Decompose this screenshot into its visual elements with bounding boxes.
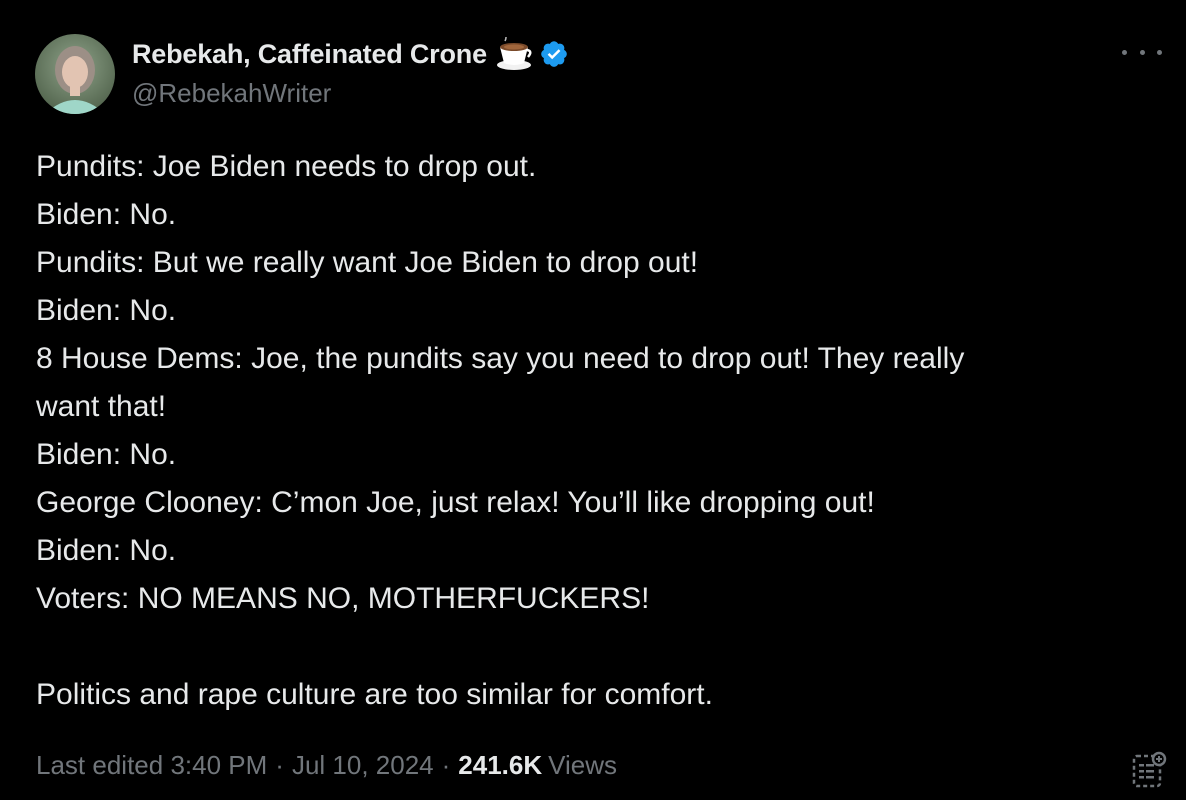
separator: · [275, 750, 284, 780]
edited-label[interactable]: Last edited [36, 750, 163, 781]
views-label: Views [548, 750, 618, 780]
tweet-meta: Last edited 3:40 PM · Jul 10, 2024 · 241… [36, 750, 617, 781]
tweet-text: Pundits: Joe Biden needs to drop out. Bi… [36, 143, 1146, 719]
tweet-line: Pundits: But we really want Joe Biden to… [36, 246, 699, 279]
name-row: Rebekah, Caffeinated Crone [132, 34, 569, 72]
tweet-line: Politics and rape culture are too simila… [36, 678, 713, 711]
tweet-line: George Clooney: C’mon Joe, just relax! Y… [36, 486, 875, 519]
more-options-icon[interactable] [1122, 40, 1162, 64]
tweet-line: 8 House Dems: Joe, the pundits say you n… [36, 342, 965, 375]
post-time[interactable]: 3:40 PM [170, 750, 267, 781]
display-name[interactable]: Rebekah, Caffeinated Crone [132, 39, 487, 70]
avatar-image [35, 34, 115, 114]
tweet-line: Biden: No. [36, 198, 177, 231]
post-date[interactable]: Jul 10, 2024 [292, 750, 434, 781]
avatar[interactable] [35, 34, 115, 114]
coffee-cup-icon [495, 34, 533, 71]
dot [1122, 49, 1127, 55]
handle[interactable]: @RebekahWriter [132, 78, 569, 109]
tweet-line: Biden: No. [36, 438, 177, 471]
tweet-line: Biden: No. [36, 294, 177, 327]
views-count: 241.6K [458, 750, 543, 780]
tweet-line: Biden: No. [36, 534, 177, 567]
analytics-icon[interactable] [1132, 750, 1168, 790]
tweet-line: Voters: NO MEANS NO, MOTHERFUCKERS! [36, 582, 650, 615]
dot [1157, 49, 1162, 55]
tweet-card: Rebekah, Caffeinated Crone @RebekahWrite… [0, 0, 1186, 800]
verified-badge-icon[interactable] [539, 39, 569, 69]
tweet-line: Pundits: Joe Biden needs to drop out. [36, 150, 537, 183]
author-block: Rebekah, Caffeinated Crone @RebekahWrite… [132, 34, 569, 109]
tweet-line: want that! [36, 390, 167, 423]
dot [1139, 49, 1145, 55]
separator: · [441, 750, 451, 780]
